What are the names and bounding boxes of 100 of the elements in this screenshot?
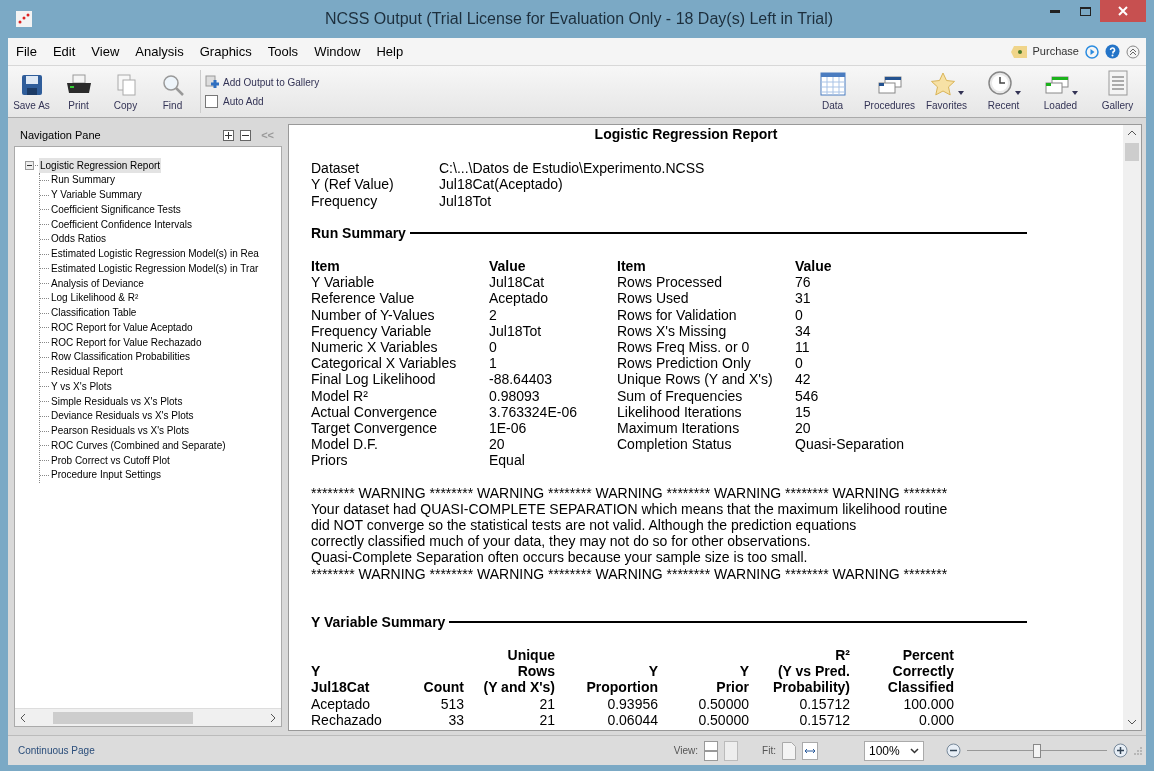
status-text: Continuous Page <box>18 744 95 758</box>
zoom-out-icon[interactable] <box>946 743 961 758</box>
table-cell-text: Rows Prediction Only <box>617 355 752 372</box>
column-header: R² <box>834 647 850 664</box>
tree-item[interactable]: Classification Table <box>51 306 137 321</box>
toolbar-button[interactable]: Favorites <box>918 66 975 117</box>
table-cell-text: Actual Convergence <box>311 403 439 421</box>
menu-item[interactable]: View <box>83 38 128 65</box>
table-cell-text: 513 <box>439 695 464 712</box>
scrollbar-thumb[interactable] <box>1125 143 1139 161</box>
collapse-all-icon[interactable] <box>240 129 252 141</box>
tree-item[interactable]: Y Variable Summary <box>51 188 142 203</box>
app-logo-icon <box>16 11 32 27</box>
tree-item[interactable]: Residual Report <box>51 365 123 380</box>
help-icon[interactable] <box>1105 44 1120 59</box>
tree-item[interactable]: Procedure Input Settings <box>51 468 162 483</box>
menu-item[interactable]: File <box>8 38 45 65</box>
tree-item[interactable]: Prob Correct vs Cutoff Plot <box>51 453 170 468</box>
table-cell-text: Y Variable <box>311 274 376 291</box>
toolbar-button[interactable]: Copy <box>102 66 149 117</box>
tree-item[interactable]: Coefficient Significance Tests <box>51 202 181 217</box>
auto-add-label: Auto Add <box>223 94 264 109</box>
fit-label: Fit: <box>762 744 776 758</box>
info-value: Jul18Cat(Aceptado) <box>439 176 563 193</box>
warning-text: ******** WARNING ******** WARNING ******** WARNING ******** WARNING ******** WARNING ******** <box>311 565 949 582</box>
purchase-link[interactable]: Purchase <box>1032 43 1079 60</box>
single-page-icon[interactable] <box>704 740 719 761</box>
expand-all-icon[interactable] <box>223 129 235 141</box>
menu-item[interactable]: Tools <box>259 38 307 65</box>
zoom-slider-thumb[interactable] <box>1033 743 1041 758</box>
toolbar-button[interactable]: Loaded <box>1032 66 1089 117</box>
menu-item[interactable]: Graphics <box>191 38 260 65</box>
tree-item[interactable]: ROC Curves (Combined and Separate) <box>51 438 226 453</box>
zoom-in-icon[interactable] <box>1113 743 1128 758</box>
table-cell-text: 0 <box>795 306 804 323</box>
tree-item[interactable]: Odds Ratios <box>51 232 107 247</box>
table-cell-text: Completion Status <box>617 436 733 453</box>
table-cell-text: Rows for Validation <box>617 306 738 323</box>
table-cell-text: 11 <box>795 339 811 356</box>
resize-grip-icon[interactable] <box>1134 746 1142 755</box>
collapse-ribbon-icon[interactable] <box>1126 44 1140 59</box>
warning-text: correctly classified much of your data, they may not do so for other observations. <box>311 533 812 550</box>
tree-item[interactable]: Run Summary <box>51 173 115 188</box>
tree-item[interactable]: Deviance Residuals vs X's Plots <box>51 409 194 424</box>
add-output-button[interactable]: Add Output to Gallery <box>205 74 320 90</box>
toolbar-button[interactable]: Print <box>55 66 102 117</box>
table-cell-text: Rows X's Missing <box>617 322 728 340</box>
table-cell-text: 31 <box>795 290 812 307</box>
tree-item[interactable]: Log Likelihood & R² <box>51 291 139 306</box>
maximize-icon <box>1079 6 1091 16</box>
horizontal-scrollbar[interactable] <box>15 708 281 726</box>
tree-item[interactable]: Pearson Residuals vs X's Plots <box>51 424 190 439</box>
windows-icon <box>1043 74 1070 96</box>
toolbar-button[interactable]: Gallery <box>1089 66 1146 117</box>
section-heading: Run Summary <box>311 224 406 241</box>
tree-item[interactable]: ROC Report for Value Aceptado <box>51 320 193 335</box>
table-cell-text: 0.15712 <box>798 711 850 729</box>
toolbar-button[interactable]: Procedures <box>861 66 918 117</box>
clock-icon <box>986 70 1013 96</box>
menu-item[interactable]: Help <box>368 38 412 65</box>
menu-item[interactable]: Edit <box>44 38 84 65</box>
toolbar-button[interactable]: Recent <box>975 66 1032 117</box>
table-cell-text: 3.763324E-06 <box>489 403 578 421</box>
table-cell-text: 0.000 <box>917 711 954 729</box>
zoom-select[interactable]: 100% <box>864 740 924 761</box>
collapse-node-icon[interactable] <box>25 161 34 170</box>
tree-item[interactable]: Logistic Regression Report <box>39 158 162 173</box>
table-cell-text: 0.98093 <box>489 387 541 404</box>
column-header: Y <box>647 663 658 680</box>
tree-item[interactable]: Simple Residuals vs X's Plots <box>51 394 183 409</box>
play-icon[interactable] <box>1085 44 1099 59</box>
toolbar-button[interactable]: Data <box>804 66 861 117</box>
menu-item[interactable]: Window <box>306 38 369 65</box>
fit-width-icon[interactable] <box>802 741 818 760</box>
tree-item[interactable]: Coefficient Confidence Intervals <box>51 217 192 232</box>
toolbar-button[interactable]: Save As <box>8 66 55 117</box>
menu-item[interactable]: Analysis <box>127 38 192 65</box>
table-cell-text: Frequency Variable <box>311 322 433 340</box>
table-cell-text: 15 <box>795 403 812 421</box>
table-cell-text: 546 <box>795 387 820 404</box>
auto-add-checkbox[interactable] <box>205 94 218 108</box>
table-cell-text: 0.50000 <box>697 711 749 729</box>
tree-item[interactable]: Row Classification Probabilities <box>51 350 190 365</box>
vertical-scrollbar[interactable] <box>1123 125 1141 730</box>
window-title: NCSS Output (Trial License for Evaluation Only - 18 Day(s) Left in Trial) <box>324 9 833 29</box>
tree-item[interactable]: ROC Report for Value Rechazado <box>51 335 202 350</box>
table-cell-text: 33 <box>447 711 464 729</box>
tree-item[interactable]: Y vs X's Plots <box>51 379 112 394</box>
table-cell-text: 20 <box>489 436 506 453</box>
toolbar-button[interactable]: Find <box>149 66 196 117</box>
close-button[interactable] <box>1100 0 1146 22</box>
table-cell-text: Target Convergence <box>311 420 439 437</box>
table-cell-text: Equal <box>489 452 526 469</box>
document-icon <box>1106 70 1129 96</box>
table-cell-text: 34 <box>795 322 812 340</box>
table-cell-text: Rows Processed <box>617 274 724 291</box>
tree-item[interactable]: Estimated Logistic Regression Model(s) in Rea <box>51 247 259 262</box>
tree-item[interactable]: Analysis of Deviance <box>51 276 144 291</box>
column-header: Prior <box>715 679 749 696</box>
tree-item[interactable]: Estimated Logistic Regression Model(s) in Trar <box>51 261 259 276</box>
